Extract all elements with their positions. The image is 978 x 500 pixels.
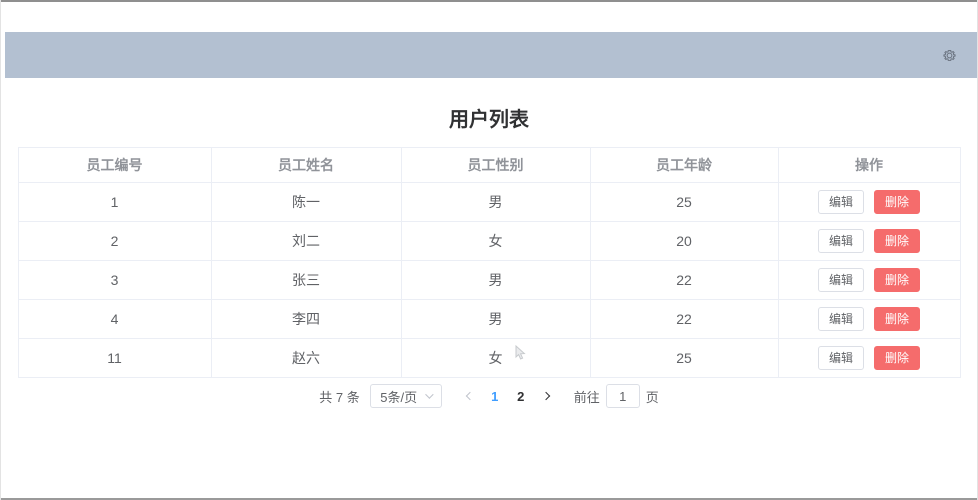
gear-icon[interactable]: [942, 48, 957, 63]
user-table: 员工编号 员工姓名 员工性别 员工年龄 操作 1 陈一 男 25 编辑 删除 2…: [18, 147, 961, 378]
chevron-down-icon: [425, 390, 433, 398]
cell-employee-id: 11: [18, 339, 211, 378]
page-title: 用户列表: [1, 108, 977, 132]
column-header-actions: 操作: [778, 148, 960, 183]
app-header-bar: [5, 32, 977, 78]
table-row: 3 张三 男 22 编辑 删除: [18, 261, 960, 300]
cell-employee-id: 3: [18, 261, 211, 300]
cell-employee-id: 4: [18, 300, 211, 339]
table-row: 11 赵六 女 25 编辑 删除: [18, 339, 960, 378]
chevron-left-icon: [465, 392, 473, 400]
cell-employee-gender: 女: [401, 222, 590, 261]
cell-employee-name: 刘二: [211, 222, 401, 261]
table-row: 1 陈一 男 25 编辑 删除: [18, 183, 960, 222]
main-content: 用户列表 员工编号 员工姓名 员工性别 员工年龄 操作 1 陈一 男 25 编辑…: [1, 78, 977, 409]
window-top-edge: [1, 0, 977, 2]
cell-employee-id: 2: [18, 222, 211, 261]
cell-employee-gender: 男: [401, 183, 590, 222]
edit-button[interactable]: 编辑: [818, 190, 864, 214]
cell-employee-name: 陈一: [211, 183, 401, 222]
page-size-select[interactable]: 5条/页: [370, 384, 442, 408]
pagination-total: 共 7 条: [319, 387, 359, 406]
delete-button[interactable]: 删除: [874, 190, 920, 214]
cell-employee-gender: 男: [401, 300, 590, 339]
table-header-row: 员工编号 员工姓名 员工性别 员工年龄 操作: [18, 148, 960, 183]
delete-button[interactable]: 删除: [874, 346, 920, 370]
column-header-employee-gender: 员工性别: [401, 148, 590, 183]
cell-employee-id: 1: [18, 183, 211, 222]
next-page-button[interactable]: [534, 384, 558, 408]
table-row: 4 李四 男 22 编辑 删除: [18, 300, 960, 339]
goto-page-input[interactable]: [606, 384, 640, 408]
cell-employee-gender: 女: [401, 339, 590, 378]
chevron-right-icon: [541, 392, 549, 400]
cell-employee-age: 22: [590, 261, 778, 300]
delete-button[interactable]: 删除: [874, 268, 920, 292]
goto-suffix: 页: [646, 387, 659, 406]
delete-button[interactable]: 删除: [874, 307, 920, 331]
cell-employee-age: 20: [590, 222, 778, 261]
prev-page-button[interactable]: [458, 384, 482, 408]
cell-employee-name: 李四: [211, 300, 401, 339]
column-header-employee-age: 员工年龄: [590, 148, 778, 183]
column-header-employee-id: 员工编号: [18, 148, 211, 183]
edit-button[interactable]: 编辑: [818, 346, 864, 370]
cell-employee-age: 22: [590, 300, 778, 339]
cell-employee-gender: 男: [401, 261, 590, 300]
cell-employee-age: 25: [590, 339, 778, 378]
cell-employee-name: 张三: [211, 261, 401, 300]
page-number-1[interactable]: 1: [482, 384, 508, 408]
edit-button[interactable]: 编辑: [818, 229, 864, 253]
edit-button[interactable]: 编辑: [818, 307, 864, 331]
edit-button[interactable]: 编辑: [818, 268, 864, 292]
table-row: 2 刘二 女 20 编辑 删除: [18, 222, 960, 261]
column-header-employee-name: 员工姓名: [211, 148, 401, 183]
page-number-2[interactable]: 2: [508, 384, 534, 408]
cell-employee-age: 25: [590, 183, 778, 222]
delete-button[interactable]: 删除: [874, 229, 920, 253]
pagination-jumper: 前往 页: [574, 384, 659, 408]
page-size-value: 5条/页: [380, 387, 417, 406]
cell-employee-name: 赵六: [211, 339, 401, 378]
goto-label: 前往: [574, 387, 600, 406]
mouse-cursor-icon: [515, 345, 527, 361]
pagination-bar: 共 7 条 5条/页 1 2 前往 页: [1, 383, 977, 409]
